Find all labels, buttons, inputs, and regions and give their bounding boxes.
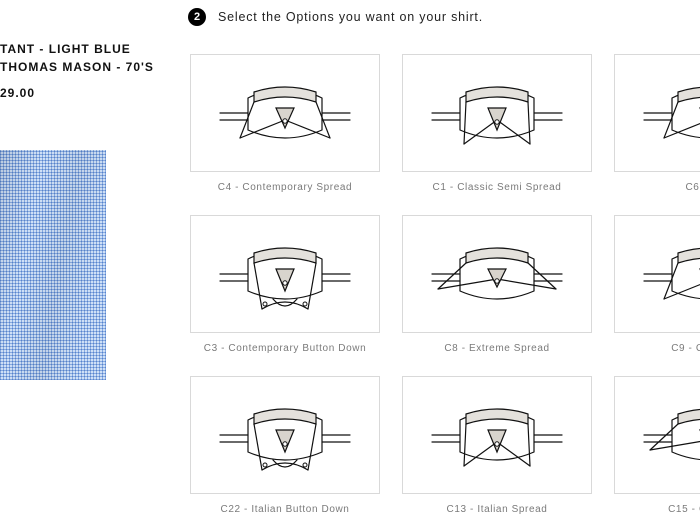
product-title-line1: TANT - LIGHT BLUE [0, 42, 131, 56]
collar-caption: C13 - Italian Spread [402, 504, 592, 515]
collar-illustration-icon [422, 68, 572, 158]
collar-card-c13[interactable] [402, 376, 592, 494]
collar-illustration-icon [634, 390, 700, 480]
product-price: 29.00 [0, 86, 160, 100]
collar-option-c8: C8 - Extreme Spread [402, 215, 592, 354]
collar-option-c3: C3 - Contemporary Button Down [190, 215, 380, 354]
collar-option-c9: C9 - Contempo [614, 215, 700, 354]
collar-caption: C1 - Classic Semi Spread [402, 182, 592, 193]
options-panel: 2 Select the Options you want on your sh… [160, 0, 700, 525]
fabric-swatch[interactable] [0, 150, 106, 380]
step-instruction: Select the Options you want on your shir… [218, 10, 483, 24]
collar-grid: C4 - Contemporary Spread C1 - Classic Se… [190, 54, 700, 515]
collar-illustration-icon [634, 229, 700, 319]
step-number-badge: 2 [188, 8, 206, 26]
collar-caption: C15 - Contempo [614, 504, 700, 515]
collar-card-c15[interactable] [614, 376, 700, 494]
collar-illustration-icon [210, 229, 360, 319]
collar-option-c6: C6 - Clas [614, 54, 700, 193]
collar-option-c22: C22 - Italian Button Down [190, 376, 380, 515]
collar-caption: C4 - Contemporary Spread [190, 182, 380, 193]
collar-caption: C9 - Contempo [614, 343, 700, 354]
collar-illustration-icon [422, 390, 572, 480]
collar-card-c22[interactable] [190, 376, 380, 494]
step-header: 2 Select the Options you want on your sh… [188, 8, 700, 26]
collar-option-c1: C1 - Classic Semi Spread [402, 54, 592, 193]
product-panel: TANT - LIGHT BLUE THOMAS MASON - 70'S 29… [0, 0, 160, 525]
collar-card-c1[interactable] [402, 54, 592, 172]
collar-illustration-icon [422, 229, 572, 319]
collar-card-c3[interactable] [190, 215, 380, 333]
collar-caption: C22 - Italian Button Down [190, 504, 380, 515]
collar-illustration-icon [210, 390, 360, 480]
collar-caption: C8 - Extreme Spread [402, 343, 592, 354]
collar-card-c8[interactable] [402, 215, 592, 333]
collar-card-c9[interactable] [614, 215, 700, 333]
collar-illustration-icon [634, 68, 700, 158]
collar-card-c4[interactable] [190, 54, 380, 172]
collar-option-c15: C15 - Contempo [614, 376, 700, 515]
collar-caption: C3 - Contemporary Button Down [190, 343, 380, 354]
step-number: 2 [194, 11, 200, 23]
collar-option-c4: C4 - Contemporary Spread [190, 54, 380, 193]
collar-option-c13: C13 - Italian Spread [402, 376, 592, 515]
collar-illustration-icon [210, 68, 360, 158]
product-title: TANT - LIGHT BLUE THOMAS MASON - 70'S [0, 40, 160, 76]
collar-caption: C6 - Clas [614, 182, 700, 193]
product-title-line2: THOMAS MASON - 70'S [0, 60, 154, 74]
collar-card-c6[interactable] [614, 54, 700, 172]
